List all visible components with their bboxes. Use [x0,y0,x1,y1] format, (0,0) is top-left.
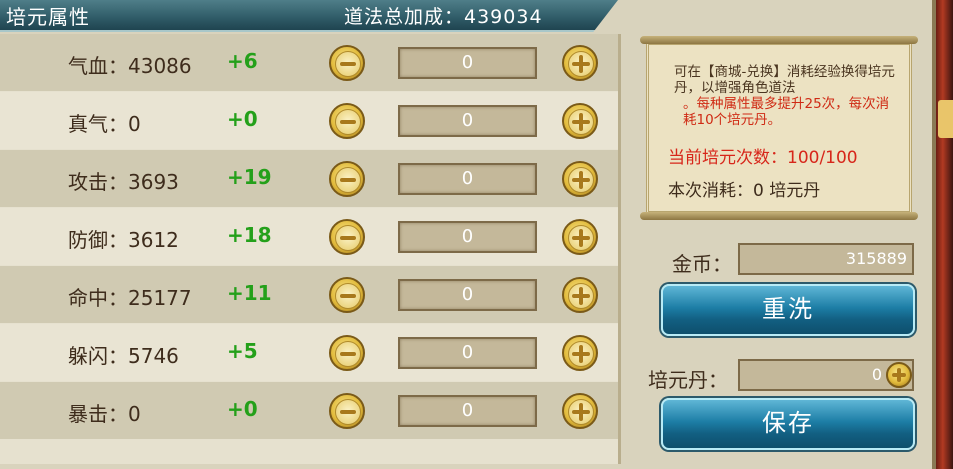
minus-icon [340,236,356,240]
attribute-label: 暴击：0 [68,402,141,426]
panel-title: 培元属性 [6,5,90,29]
attribute-row: 真气：0 +0 0 [0,92,618,149]
minus-icon [340,120,356,124]
attribute-label: 命中：25177 [68,286,192,310]
minus-icon [340,178,356,182]
save-button[interactable]: 保存 [661,398,915,450]
decrease-button[interactable] [329,103,365,139]
attribute-panel: 气血：43086 +6 0 真气：0 +0 0 攻击：3693 +19 0 防御… [0,34,621,464]
allocation-value: 0 [398,395,537,427]
allocation-value: 0 [398,105,537,137]
current-count: 当前培元次数：100/100 [668,148,858,168]
current-cost: 本次消耗：0 培元丹 [668,181,821,201]
decrease-button[interactable] [329,277,365,313]
increase-button[interactable] [562,393,598,429]
attribute-label: 躲闪：5746 [68,344,179,368]
minus-icon [340,410,356,414]
scroll-rod-top [640,36,918,44]
decrease-button[interactable] [329,161,365,197]
scroll-rod-bottom [640,212,918,220]
info-description: 可在【商城-兑换】消耗经验换得培元丹，以增强角色道法 [674,64,895,96]
decrease-button[interactable] [329,45,365,81]
allocation-value: 0 [398,279,537,311]
info-rule: 。每种属性最多提升25次，每次消耗10个培元丹。 [683,96,890,128]
gold-value: 315889 [738,243,914,275]
increase-button[interactable] [562,219,598,255]
attribute-bonus: +6 [227,49,258,73]
increase-button[interactable] [562,103,598,139]
decrease-button[interactable] [329,335,365,371]
increase-button[interactable] [562,161,598,197]
minus-icon [340,352,356,356]
attribute-label: 防御：3612 [68,228,179,252]
attribute-row: 躲闪：5746 +5 0 [0,324,618,381]
increase-button[interactable] [562,45,598,81]
increase-button[interactable] [562,335,598,371]
attribute-label: 气血：43086 [68,54,192,78]
increase-button[interactable] [562,277,598,313]
pill-label: 培元丹： [648,368,728,392]
side-emblem [938,100,953,138]
attribute-bonus: +19 [227,165,272,189]
side-decoration [936,0,953,469]
decrease-button[interactable] [329,219,365,255]
attribute-bonus: +18 [227,223,272,247]
attribute-row: 命中：25177 +11 0 [0,266,618,323]
add-pill-button[interactable] [886,362,912,388]
allocation-value: 0 [398,47,537,79]
attribute-bonus: +0 [227,397,258,421]
attribute-bonus: +11 [227,281,272,305]
attribute-row: 气血：43086 +6 0 [0,34,618,91]
minus-icon [340,294,356,298]
attribute-label: 真气：0 [68,112,141,136]
attribute-bonus: +0 [227,107,258,131]
allocation-value: 0 [398,163,537,195]
reset-button[interactable]: 重洗 [661,284,915,336]
minus-icon [340,62,356,66]
decrease-button[interactable] [329,393,365,429]
attribute-label: 攻击：3693 [68,170,179,194]
attribute-row: 防御：3612 +18 0 [0,208,618,265]
attribute-row: 攻击：3693 +19 0 [0,150,618,207]
allocation-value: 0 [398,337,537,369]
gold-label: 金币： [672,252,732,276]
attribute-bonus: +5 [227,339,258,363]
allocation-value: 0 [398,221,537,253]
attribute-row: 暴击：0 +0 0 [0,382,618,439]
total-power: 道法总加成：439034 [344,6,543,28]
